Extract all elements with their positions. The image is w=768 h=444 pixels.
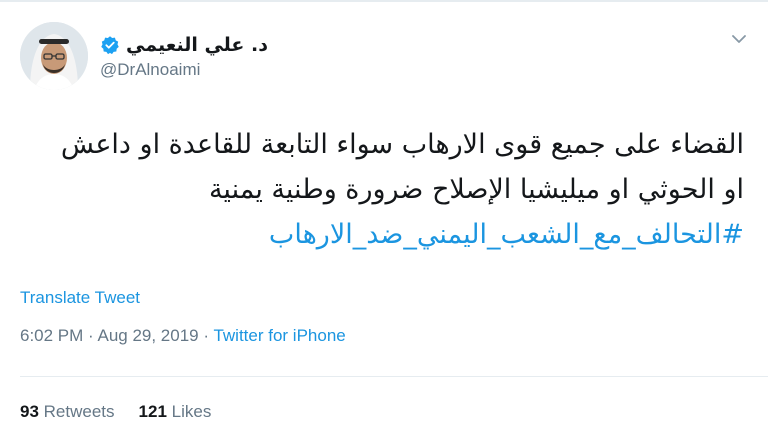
- tweet-date[interactable]: Aug 29, 2019: [97, 326, 198, 345]
- likes-count: 121: [138, 402, 167, 421]
- author-display-name[interactable]: د. علي النعيمي: [126, 34, 268, 56]
- meta-separator-2: ·: [198, 326, 214, 345]
- author-handle[interactable]: @DrAlnoaimi: [100, 60, 268, 80]
- tweet-text-line-1: القضاء على جميع قوى الارهاب سواء التابعة…: [60, 129, 744, 160]
- retweets-count: 93: [20, 402, 39, 421]
- avatar[interactable]: [20, 22, 88, 90]
- retweets-label: Retweets: [43, 402, 115, 421]
- tweet-stats: 93 Retweets 121 Likes: [20, 402, 211, 422]
- tweet-source-link[interactable]: Twitter for iPhone: [213, 326, 345, 345]
- tweet-timestamp-row: 6:02 PM · Aug 29, 2019 · Twitter for iPh…: [20, 326, 346, 346]
- top-divider: [0, 0, 768, 2]
- tweet-time[interactable]: 6:02 PM: [20, 326, 83, 345]
- likes-stat[interactable]: 121 Likes: [139, 402, 212, 422]
- likes-label: Likes: [171, 402, 212, 421]
- retweets-stat[interactable]: 93 Retweets: [20, 402, 115, 422]
- tweet-header: د. علي النعيمي @DrAlnoaimi: [20, 18, 748, 98]
- tweet-text-line-2: او الحوثي او ميليشيا الإصلاح ضرورة وطنية…: [208, 174, 744, 205]
- display-name-row: د. علي النعيمي: [100, 32, 268, 58]
- verified-badge-icon: [101, 36, 119, 55]
- tweet-card: د. علي النعيمي @DrAlnoaimi القضاء على جم…: [0, 0, 768, 444]
- hashtag-link[interactable]: #التحالف_مع_الشعب_اليمني_ضد_الارهاب: [16, 212, 744, 257]
- author-names: د. علي النعيمي @DrAlnoaimi: [100, 32, 268, 80]
- meta-separator-1: ·: [83, 326, 98, 345]
- tweet-text: القضاء على جميع قوى الارهاب سواء التابعة…: [16, 122, 744, 257]
- stats-divider: [20, 376, 768, 377]
- translate-tweet-link[interactable]: Translate Tweet: [20, 288, 140, 308]
- avatar-photo: [20, 22, 88, 90]
